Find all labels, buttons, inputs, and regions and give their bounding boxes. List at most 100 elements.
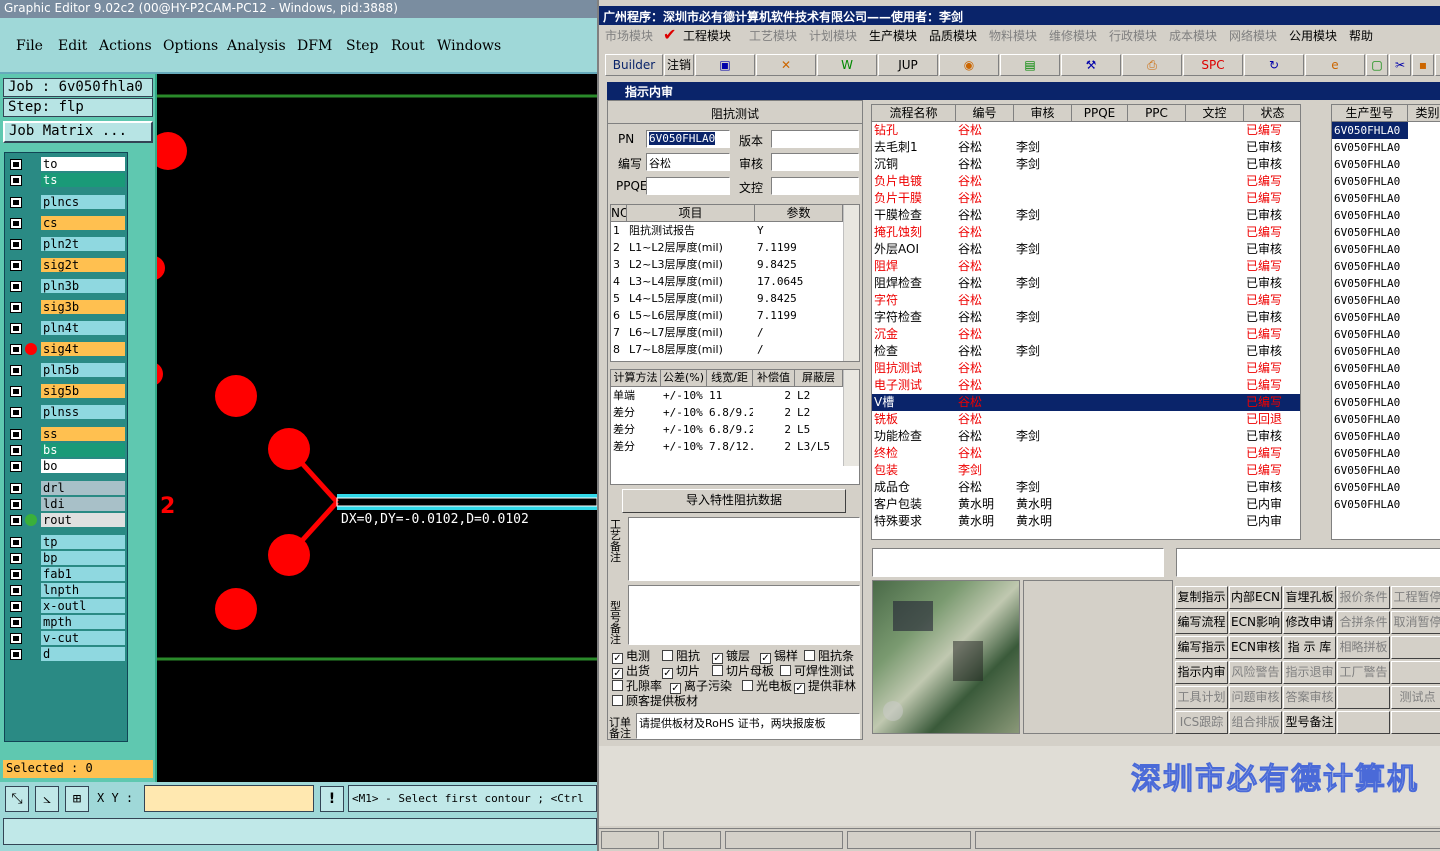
action-button[interactable]: 复制指示 xyxy=(1175,586,1228,609)
flow-cell[interactable]: 谷松 xyxy=(956,479,1014,496)
impedance-cell[interactable]: 1 xyxy=(611,222,627,239)
flow-cell[interactable]: 谷松 xyxy=(956,258,1014,275)
action-button[interactable] xyxy=(1391,636,1440,659)
ie-icon[interactable]: e xyxy=(1305,54,1365,76)
action-button[interactable]: ECN审核 xyxy=(1229,636,1282,659)
layer-checkbox[interactable] xyxy=(10,281,22,292)
impedance-cell[interactable]: 17.0645 xyxy=(755,273,843,290)
flow-cell[interactable]: 黄水明 xyxy=(1014,496,1072,513)
flow-cell[interactable]: 谷松 xyxy=(956,156,1014,173)
checkbox-7[interactable]: 切片母板 xyxy=(712,664,774,678)
flow-row[interactable]: 客户包装 黄水明 黄水明 已内审 xyxy=(872,496,1300,513)
flow-cell[interactable]: 干膜检查 xyxy=(872,207,956,224)
flow-cell[interactable]: 已审核 xyxy=(1244,207,1300,224)
calc-cell[interactable]: +/-10% xyxy=(661,438,707,455)
model-cell[interactable]: 6V050FHLA0 xyxy=(1332,207,1408,224)
impedance-cell[interactable]: 2 xyxy=(611,239,627,256)
model-note-field[interactable] xyxy=(628,585,860,645)
flow-row[interactable]: 铣板 谷松 已回退 xyxy=(872,411,1300,428)
layer-row[interactable]: x-outl xyxy=(5,599,129,613)
impedance-cell[interactable]: 6 xyxy=(611,307,627,324)
printer-icon[interactable]: ⎙ xyxy=(1122,54,1182,76)
flow-cell[interactable] xyxy=(1014,411,1072,428)
layer-name[interactable]: tp xyxy=(41,535,125,549)
flow-cell[interactable]: 黄水明 xyxy=(956,496,1014,513)
layer-checkbox[interactable] xyxy=(10,175,22,186)
layer-name[interactable]: sig5b xyxy=(41,384,125,398)
flow-cell[interactable] xyxy=(1014,190,1072,207)
flow-cell[interactable]: 已编写 xyxy=(1244,445,1300,462)
impedance-cell[interactable]: 3 xyxy=(611,256,627,273)
flow-cell[interactable]: 已编写 xyxy=(1244,360,1300,377)
action-button[interactable]: 风险警告 xyxy=(1229,661,1282,684)
flow-cell[interactable]: 已编写 xyxy=(1244,122,1300,139)
impedance-cell[interactable]: 7.1199 xyxy=(755,307,843,324)
flow-cell[interactable] xyxy=(1014,173,1072,190)
flow-cell[interactable]: 成品仓 xyxy=(872,479,956,496)
layer-name[interactable]: x-outl xyxy=(41,599,125,613)
layer-row[interactable]: ts xyxy=(5,173,129,187)
checkbox-box[interactable] xyxy=(662,650,673,661)
impedance-cell[interactable]: 7.1199 xyxy=(755,239,843,256)
layer-row[interactable]: v-cut xyxy=(5,631,129,645)
menu-dfm[interactable]: DFM xyxy=(297,38,332,54)
checkbox-box[interactable] xyxy=(712,665,723,676)
model-cell[interactable]: 6V050FHLA0 xyxy=(1332,428,1408,445)
flow-row[interactable]: V槽 谷松 已编写 xyxy=(872,394,1300,411)
action-button[interactable]: 指 示 库 xyxy=(1283,636,1336,659)
flow-cell[interactable]: 李剑 xyxy=(1014,156,1072,173)
flow-cell[interactable]: 阻焊 xyxy=(872,258,956,275)
erp-menu-item[interactable]: 工程模块 xyxy=(683,27,731,44)
undo-icon[interactable]: ↶ xyxy=(1435,54,1440,76)
checkbox-8[interactable]: 可焊性测试 xyxy=(780,664,854,678)
checkbox-box[interactable]: ✓ xyxy=(670,683,681,694)
erp-menu-item[interactable]: 成本模块 xyxy=(1169,27,1217,44)
layer-checkbox[interactable] xyxy=(10,302,22,313)
checkbox-box[interactable] xyxy=(804,650,815,661)
flow-cell[interactable]: 李剑 xyxy=(1014,479,1072,496)
impedance-cell[interactable]: 9.8425 xyxy=(755,256,843,273)
flow-row[interactable]: 钻孔 谷松 已编写 xyxy=(872,122,1300,139)
flow-cell[interactable]: 李剑 xyxy=(956,462,1014,479)
model-cell[interactable]: 6V050FHLA0 xyxy=(1332,224,1408,241)
layer-checkbox[interactable] xyxy=(10,407,22,418)
drawing-canvas[interactable]: 2 DX=0,DY=-0.0102,D=0.0102 xyxy=(157,74,597,782)
action-button[interactable]: 内部ECN xyxy=(1229,586,1282,609)
layer-name[interactable]: mpth xyxy=(41,615,125,629)
layer-row[interactable]: pln2t xyxy=(5,237,129,251)
flow-row[interactable]: 阻焊 谷松 已编写 xyxy=(872,258,1300,275)
checkbox-11[interactable]: 光电板 xyxy=(742,679,792,693)
flow-cell[interactable]: 谷松 xyxy=(956,241,1014,258)
layer-checkbox[interactable] xyxy=(10,344,22,355)
toolbar-button[interactable]: 注销 xyxy=(664,54,694,76)
impedance-cell[interactable]: L2~L3层厚度(mil) xyxy=(627,256,755,273)
layer-checkbox[interactable] xyxy=(10,365,22,376)
calc-cell[interactable]: 6.8/9.2 xyxy=(707,421,753,438)
doc-field[interactable] xyxy=(771,177,859,195)
model-cell[interactable]: 6V050FHLA0 xyxy=(1332,445,1408,462)
flow-cell[interactable]: 包装 xyxy=(872,462,956,479)
model-cell[interactable]: 6V050FHLA0 xyxy=(1332,377,1408,394)
erp-menu-item[interactable]: 工艺模块 xyxy=(749,27,797,44)
flow-cell[interactable]: 谷松 xyxy=(956,394,1014,411)
action-button[interactable]: 答案审核 xyxy=(1283,686,1336,709)
flow-row[interactable]: 去毛刺1 谷松 李剑 已审核 xyxy=(872,139,1300,156)
flow-cell[interactable]: 已编写 xyxy=(1244,190,1300,207)
layer-name[interactable]: lnpth xyxy=(41,583,125,597)
checkbox-5[interactable]: ✓ 出货 xyxy=(612,664,650,679)
flow-row[interactable]: 字符 谷松 已编写 xyxy=(872,292,1300,309)
impedance-cell[interactable]: 阻抗测试报告 xyxy=(627,222,755,239)
action-button[interactable]: 相略拼板 xyxy=(1337,636,1390,659)
flow-cell[interactable]: 李剑 xyxy=(1014,343,1072,360)
layer-checkbox[interactable] xyxy=(10,483,22,494)
checkbox-box[interactable] xyxy=(742,680,753,691)
action-button[interactable]: 型号备注 xyxy=(1283,711,1336,734)
flow-cell[interactable]: 客户包装 xyxy=(872,496,956,513)
layer-name[interactable]: pln4t xyxy=(41,321,125,335)
flow-cell[interactable]: 负片电镀 xyxy=(872,173,956,190)
flow-cell[interactable]: 字符检查 xyxy=(872,309,956,326)
refresh-icon[interactable]: ↻ xyxy=(1244,54,1304,76)
impedance-cell[interactable]: L4~L5层厚度(mil) xyxy=(627,290,755,307)
layer-checkbox[interactable] xyxy=(10,159,22,170)
layer-row[interactable]: rout xyxy=(5,513,129,527)
